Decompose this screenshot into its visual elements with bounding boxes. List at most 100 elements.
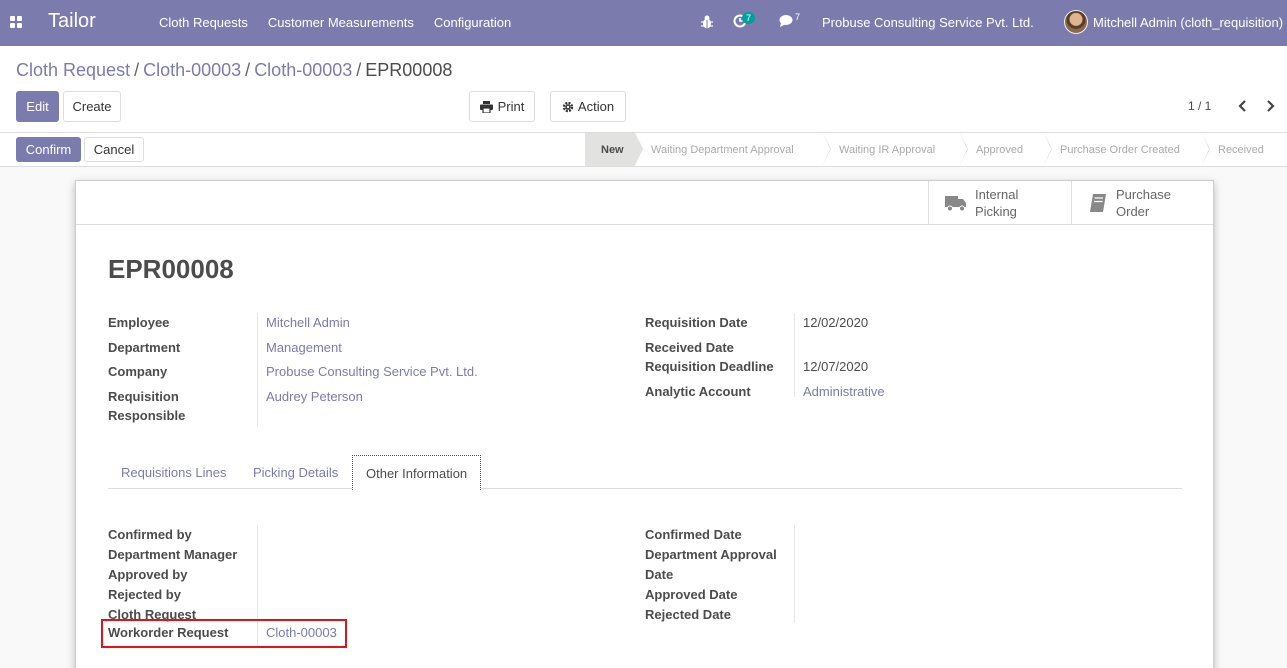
breadcrumb-cloth-00003-b[interactable]: Cloth-00003	[254, 60, 352, 80]
rejected-date-label: Rejected Date	[645, 607, 731, 622]
employee-label: Employee	[108, 315, 170, 330]
field-divider	[794, 525, 795, 623]
analytic-account-field[interactable]: Administrative	[803, 384, 885, 399]
printer-icon	[479, 100, 493, 113]
breadcrumb-cloth-00003-a[interactable]: Cloth-00003	[143, 60, 241, 80]
action-label: Action	[577, 99, 615, 114]
truck-icon	[945, 196, 966, 212]
field-divider	[257, 313, 258, 426]
status-step-purchase-order-created: Purchase Order Created	[1044, 133, 1210, 166]
rejected-by-label: Rejected by	[108, 587, 181, 602]
purchase-order-button[interactable]: Purchase Order	[1071, 181, 1213, 225]
breadcrumb-cloth-request[interactable]: Cloth Request	[16, 60, 130, 80]
department-field[interactable]: Management	[266, 340, 342, 355]
message-count-badge: 7	[795, 12, 801, 22]
company-field[interactable]: Probuse Consulting Service Pvt. Ltd.	[266, 364, 478, 379]
tab-requisitions-lines[interactable]: Requisitions Lines	[121, 465, 227, 480]
field-divider	[257, 525, 258, 623]
book-icon	[1090, 194, 1106, 212]
bug-icon[interactable]	[700, 14, 714, 30]
tab-other-information[interactable]: Other Information	[352, 455, 482, 490]
pager-value[interactable]: 1 / 1	[1188, 99, 1211, 113]
analytic-account-label: Analytic Account	[645, 384, 751, 399]
breadcrumb-separator: /	[245, 60, 251, 80]
breadcrumb-current: EPR00008	[365, 60, 453, 80]
requisition-responsible-label-line2: Responsible	[108, 408, 186, 423]
status-step-waiting-department-approval: Waiting Department Approval	[635, 133, 831, 166]
company-switcher[interactable]: Probuse Consulting Service Pvt. Ltd.	[822, 15, 1034, 30]
menu-cloth-requests[interactable]: Cloth Requests	[149, 15, 258, 30]
smart-button-box: Internal Picking Purchase Order	[76, 181, 1213, 225]
confirmed-date-label: Confirmed Date	[645, 527, 742, 542]
status-step-received: Received	[1202, 133, 1287, 166]
chevron-right-icon[interactable]	[1264, 100, 1276, 112]
department-manager-label: Department Manager	[108, 547, 238, 562]
status-step-new: New	[585, 133, 643, 166]
highlight-annotation	[101, 619, 347, 648]
top-menu: Cloth Requests Customer Measurements Con…	[149, 15, 521, 30]
purchase-order-label-2: Order	[1116, 204, 1150, 219]
status-step-waiting-ir-approval: Waiting IR Approval	[823, 133, 968, 166]
status-step-approved: Approved	[960, 133, 1052, 166]
status-bar: Confirm Cancel New Waiting Department Ap…	[0, 133, 1287, 167]
confirm-button[interactable]: Confirm	[16, 137, 81, 162]
approved-date-label: Approved Date	[645, 587, 738, 602]
tab-picking-details[interactable]: Picking Details	[253, 465, 338, 480]
requisition-deadline-label: Requisition Deadline	[645, 359, 774, 374]
confirmed-by-label: Confirmed by	[108, 527, 192, 542]
cancel-button[interactable]: Cancel	[84, 137, 144, 162]
print-button[interactable]: Print	[469, 91, 535, 122]
status-steps: New Waiting Department Approval Waiting …	[585, 133, 1287, 166]
requisition-responsible-field[interactable]: Audrey Peterson	[266, 389, 363, 404]
received-date-label: Received Date	[645, 340, 734, 355]
company-label: Company	[108, 364, 168, 379]
requisition-responsible-label-line1: Requisition	[108, 389, 179, 404]
breadcrumb-separator: /	[356, 60, 362, 80]
menu-configuration[interactable]: Configuration	[424, 15, 521, 30]
requisition-date-label: Requisition Date	[645, 315, 748, 330]
chat-icon	[779, 15, 793, 27]
field-divider	[794, 313, 795, 397]
form-sheet: Internal Picking Purchase Order EPR00008…	[75, 180, 1214, 668]
print-label: Print	[497, 99, 525, 114]
action-button[interactable]: Action	[550, 91, 626, 122]
user-avatar[interactable]	[1064, 10, 1088, 34]
menu-customer-measurements[interactable]: Customer Measurements	[258, 15, 424, 30]
app-brand[interactable]: Tailor	[48, 10, 96, 33]
department-label: Department	[108, 340, 181, 355]
top-navbar: Tailor Cloth Requests Customer Measureme…	[0, 0, 1287, 46]
activity-count-badge: 7	[742, 12, 756, 24]
status-step-label: New	[601, 143, 624, 156]
requisition-date-field[interactable]: 12/02/2020	[803, 315, 868, 330]
requisition-deadline-field[interactable]: 12/07/2020	[803, 359, 868, 374]
purchase-order-label-1: Purchase	[1116, 187, 1171, 202]
breadcrumb-separator: /	[134, 60, 140, 80]
employee-field[interactable]: Mitchell Admin	[266, 315, 350, 330]
approved-by-label: Approved by	[108, 567, 188, 582]
control-panel: Cloth Request / Cloth-00003/Cloth-00003/EP…	[0, 46, 1287, 133]
activity-menu[interactable]: 7	[733, 12, 756, 31]
other-info-left-labels: Confirmed by Department Manager Approved…	[108, 525, 237, 624]
status-step-label: Waiting IR Approval	[839, 143, 936, 156]
requisition-responsible-label: Requisition Responsible	[108, 387, 185, 425]
status-step-label: Approved	[976, 143, 1024, 156]
department-approval-label: Department Approval	[645, 547, 777, 562]
notebook-tabs: Requisitions Lines Picking Details Other…	[108, 455, 1182, 490]
status-step-label: Received	[1218, 143, 1264, 156]
breadcrumb: Cloth Request / Cloth-00003/Cloth-00003/EP…	[16, 60, 452, 81]
department-approval-date-label: Date	[645, 567, 674, 582]
gear-icon	[562, 101, 574, 112]
user-menu[interactable]: Mitchell Admin (cloth_requisition)	[1093, 15, 1283, 30]
status-step-label: Waiting Department Approval	[651, 143, 794, 156]
other-info-right-labels: Confirmed Date Department Approval Date …	[645, 525, 777, 624]
edit-button[interactable]: Edit	[16, 91, 59, 122]
internal-picking-button[interactable]: Internal Picking	[928, 181, 1071, 225]
internal-picking-label-1: Internal	[975, 187, 1019, 202]
status-step-label: Purchase Order Created	[1060, 143, 1180, 156]
create-button[interactable]: Create	[63, 91, 121, 122]
internal-picking-label-2: Picking	[975, 204, 1017, 219]
record-title: EPR00008	[108, 254, 234, 284]
messaging-menu[interactable]: 7	[779, 12, 800, 31]
chevron-left-icon[interactable]	[1237, 100, 1249, 112]
apps-menu-icon[interactable]	[10, 16, 23, 29]
